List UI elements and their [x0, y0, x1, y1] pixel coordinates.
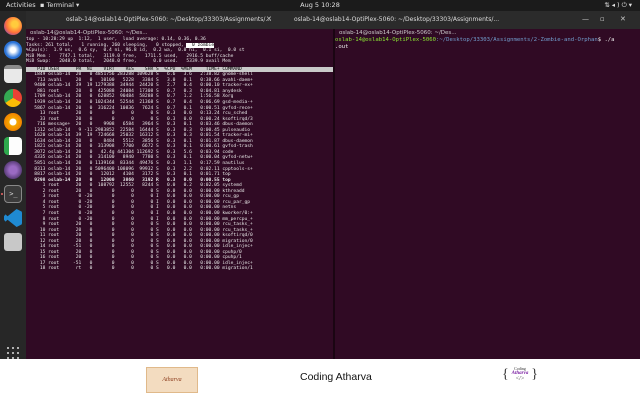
- settings-icon[interactable]: [4, 161, 22, 179]
- chrome-icon[interactable]: [4, 89, 22, 107]
- top-line-tasks: Tasks: 261 total, 1 running, 260 sleepin…: [26, 42, 187, 48]
- table-row: 1939 oslab-14 20 0 1024344 52544 21368 S…: [26, 100, 253, 106]
- prompt-user: oslab-14@oslab14-OptiPlex-5060: [335, 37, 437, 43]
- power-icon: ⏻: [621, 1, 629, 9]
- table-row: 8817 oslab-14 20 0 12012 4104 3172 S 0.3…: [26, 172, 231, 178]
- coding-atharva-logo-left: Atharva: [146, 367, 198, 393]
- terminal-icon[interactable]: >_: [4, 185, 22, 203]
- table-row: 1849 oslab-14 20 0 4851756 283288 109628…: [26, 72, 253, 78]
- vscode-icon[interactable]: [4, 209, 22, 227]
- tab-left-title[interactable]: oslab-14@oslab14-OptiPlex-5060: ~/Deskto…: [66, 11, 271, 29]
- table-row: 3 root 0 -20 0 0 0 I 0.0 0.0 0:00.00 rcu…: [26, 194, 239, 200]
- left-pane-title: oslab-14@oslab14-OptiPlex-5060: ~/Des...: [30, 30, 148, 36]
- top-line-swap: MiB Swap: 2048.0 total, 2048.0 free, 0.0…: [26, 59, 231, 65]
- table-row: 9400 oslab-14 39 19 1279388 34944 24420 …: [26, 83, 253, 89]
- files-icon[interactable]: [4, 65, 22, 83]
- table-row: 9 root 20 0 0 0 0 S 0.0 0.0 0:00.00 rcu_…: [26, 222, 253, 228]
- table-row: 18 root rt 0 0 0 0 S 0.0 0.0 0:00.00 mig…: [26, 266, 253, 272]
- table-row: 1821 oslab-14 20 0 313908 7700 6672 S 0.…: [26, 144, 253, 150]
- brace-right-icon: }: [531, 367, 538, 382]
- footer-title: Coding Atharva: [300, 371, 372, 383]
- right-pane-shell[interactable]: oslab-14@oslab14-OptiPlex-5060: ~/Des...…: [335, 30, 640, 356]
- zombie-highlight: 0 zombie: [186, 42, 215, 48]
- show-apps-icon[interactable]: [7, 347, 19, 359]
- table-row: 8 root 0 -20 0 0 0 I 0.0 0.0 0:00.00 mm_…: [26, 216, 253, 222]
- coding-atharva-logo-right: { Coding Atharva </> }: [500, 364, 540, 394]
- tab-right-title[interactable]: oslab-14@oslab14-OptiPlex-5060: ~/Deskto…: [294, 11, 499, 29]
- table-row: 5867 oslab-14 20 0 316224 10836 7624 S 0…: [26, 105, 253, 111]
- close-icon[interactable]: ✕: [620, 15, 626, 23]
- volume-icon: ◂): [611, 1, 622, 9]
- top-line-mem: MiB Mem : 7747.1 total, 3119.0 free, 171…: [26, 53, 234, 59]
- close-tab-icon[interactable]: ✕: [266, 15, 272, 23]
- table-row: 716 message+ 20 0 9908 6584 3964 S 0.3 0…: [26, 122, 253, 128]
- clock[interactable]: Aug 5 10:28: [0, 0, 640, 11]
- rhythmbox-icon[interactable]: [4, 113, 22, 131]
- terminal-window: oslab-14@oslab14-OptiPlex-5060: ~/Deskto…: [26, 11, 640, 359]
- shell-prompt: oslab-14@oslab14-OptiPlex-5060:~/Desktop…: [335, 37, 640, 44]
- table-row: 1620 oslab-14 39 19 724668 25032 16312 S…: [26, 133, 253, 139]
- system-tray[interactable]: ⇅◂)⏻▾: [604, 0, 634, 11]
- table-row: 8313 oslab-14 20 0 5096400 108096 99932 …: [26, 166, 253, 172]
- prompt-path: :~/Desktop/33303/Assignments/2-Zombie-an…: [436, 37, 598, 43]
- table-row: 4335 oslab-14 20 0 314100 8940 7780 S 0.…: [26, 155, 253, 161]
- table-row: 1709 oslab-14 20 0 628852 90484 58288 S …: [26, 94, 234, 100]
- table-row: 12 root 20 0 0 0 0 S 0.0 0.0 0:00.00 mig…: [26, 238, 253, 244]
- table-row: 5851 oslab-14 20 0 1139168 83344 49476 S…: [26, 161, 245, 167]
- table-row: 11 root 20 0 0 0 0 S 0.0 0.0 0:00.00 kso…: [26, 233, 253, 239]
- system-top-bar: Activities ▪ Terminal ▾ Aug 5 10:28 ⇅◂)⏻…: [0, 0, 640, 11]
- terminal-titlebar: oslab-14@oslab14-OptiPlex-5060: ~/Deskto…: [26, 11, 640, 29]
- brace-left-icon: {: [502, 367, 509, 382]
- minimize-icon[interactable]: —: [582, 15, 589, 23]
- table-row: 16 root 20 0 0 0 0 S 0.0 0.0 0:00.00 cpu…: [26, 255, 242, 261]
- table-row: 1312 oslab-14 9 -11 2983852 22584 16444 …: [26, 127, 251, 133]
- table-row: 14 root -51 0 0 0 0 S 0.0 0.0 0:00.00 id…: [26, 244, 253, 250]
- process-table: 1849 oslab-14 20 0 4851756 283288 109628…: [26, 72, 333, 272]
- table-row: 33 root 20 0 0 0 0 S 0.3 0.0 0:00.24 kso…: [26, 116, 253, 122]
- prompt-command-cont: .out: [335, 44, 352, 50]
- chevron-down-icon: ▾: [628, 1, 634, 9]
- prompt-command: $ ./a: [597, 37, 615, 43]
- table-row: 13 root 20 0 0 0 0 S 0.3 0.0 0:13.24 rcu…: [26, 111, 248, 117]
- network-icon: ⇅: [604, 1, 612, 9]
- thunderbird-icon[interactable]: [4, 41, 22, 59]
- table-row: 5 root 0 -20 0 0 0 I 0.0 0.0 0:00.00 net…: [26, 205, 237, 211]
- top-summary: top - 10:28:29 up 1:12, 1 user, load ave…: [26, 37, 333, 65]
- search-icon[interactable]: [4, 233, 22, 251]
- table-row: 1 root 20 0 108792 12552 8244 S 0.0 0.2 …: [26, 183, 242, 189]
- top-line-uptime: top - 10:28:29 up 1:12, 1 user, load ave…: [26, 37, 206, 42]
- running-indicator: [1, 193, 3, 195]
- table-row: 9298 oslab-14 20 0 12000 3860 3192 R 0.3…: [26, 177, 231, 183]
- top-line-cpu: %Cpu(s): 1.9 us, 0.6 sy, 0.4 ni, 96.8 id…: [26, 48, 245, 54]
- firefox-icon[interactable]: [4, 17, 22, 35]
- left-pane-top[interactable]: oslab-14@oslab14-OptiPlex-5060: ~/Des...…: [26, 30, 333, 356]
- right-pane-title: oslab-14@oslab14-OptiPlex-5060: ~/Des...: [339, 30, 457, 36]
- maximize-icon[interactable]: ▫: [600, 15, 605, 23]
- footer-banner: Atharva Coding Atharva { Coding Atharva …: [0, 359, 640, 400]
- dock: >_: [0, 11, 26, 359]
- libreoffice-icon[interactable]: [4, 137, 22, 155]
- table-row: 10 root 20 0 0 0 0 S 0.0 0.0 0:00.00 rcu…: [26, 227, 253, 233]
- table-row: 7 root 0 -20 0 0 0 I 0.0 0.0 0:00.00 kwo…: [26, 210, 253, 216]
